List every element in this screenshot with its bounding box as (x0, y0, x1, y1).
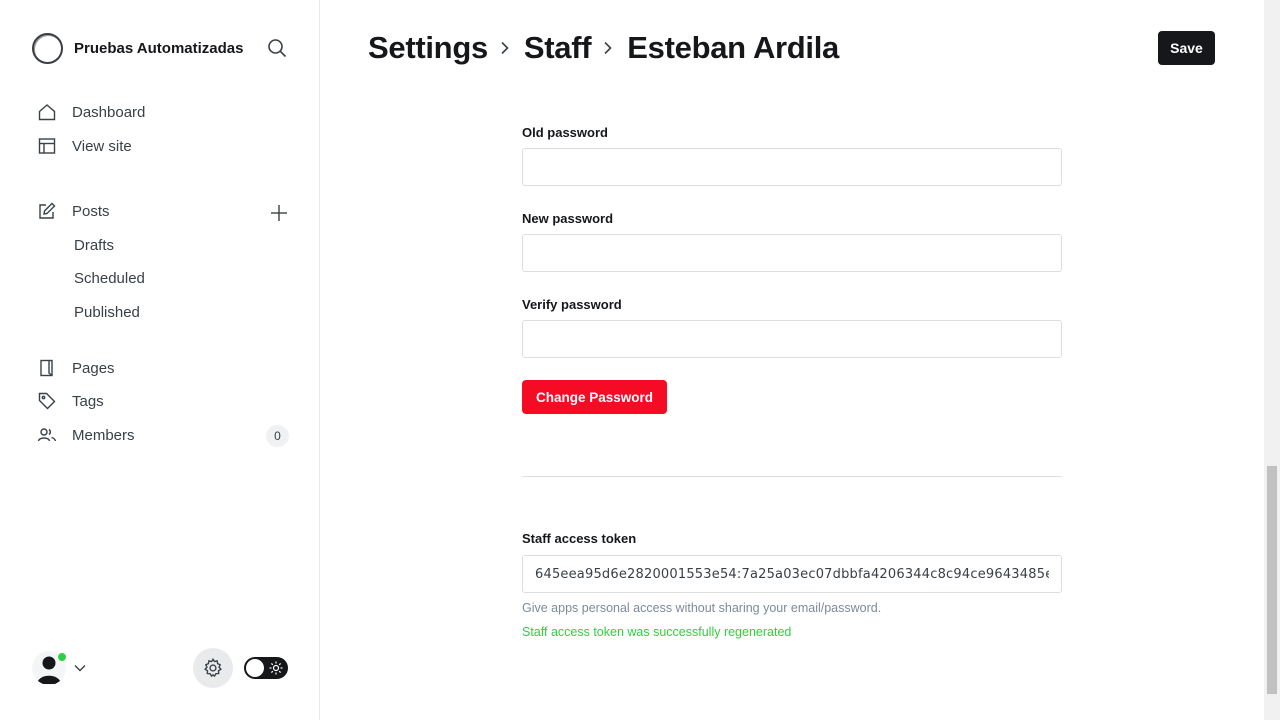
nav-drafts[interactable]: Drafts (74, 232, 114, 258)
chevron-right-icon (603, 41, 613, 55)
new-password-field[interactable] (522, 234, 1062, 272)
sidebar: Pruebas Automatizadas Dashboard View sit… (0, 0, 320, 720)
vertical-scrollbar[interactable] (1264, 0, 1280, 720)
chevron-down-icon (74, 665, 86, 672)
theme-toggle[interactable] (244, 657, 288, 679)
search-button[interactable] (264, 35, 290, 61)
edit-icon (36, 200, 58, 222)
plus-icon (271, 205, 287, 221)
scrollbar-thumb[interactable] (1267, 466, 1277, 694)
site-brand[interactable]: Pruebas Automatizadas (32, 32, 244, 64)
staff-token-hint: Give apps personal access without sharin… (522, 601, 882, 615)
breadcrumb-settings[interactable]: Settings (368, 30, 488, 66)
home-icon (36, 101, 58, 123)
theme-toggle-knob (246, 659, 264, 677)
chevron-right-icon (500, 41, 510, 55)
members-icon (36, 424, 58, 446)
online-status-dot (57, 652, 67, 662)
tag-icon (36, 390, 58, 412)
breadcrumb-staff[interactable]: Staff (524, 30, 592, 66)
staff-token-success-message: Staff access token was successfully rege… (522, 625, 792, 639)
section-divider (522, 476, 1062, 477)
nav-pages-label: Pages (72, 359, 115, 377)
sun-icon (269, 661, 283, 675)
nav-view-site-label: View site (72, 137, 132, 155)
search-icon (268, 39, 287, 58)
nav-scheduled[interactable]: Scheduled (74, 265, 145, 291)
members-count-badge: 0 (266, 425, 289, 447)
site-logo (32, 32, 63, 64)
save-button[interactable]: Save (1158, 31, 1215, 65)
site-name: Pruebas Automatizadas (74, 39, 244, 57)
nav-posts[interactable]: Posts (36, 197, 110, 225)
old-password-field[interactable] (522, 148, 1062, 186)
nav-posts-label: Posts (72, 202, 110, 220)
change-password-button[interactable]: Change Password (522, 380, 668, 414)
nav-dashboard-label: Dashboard (72, 103, 146, 121)
main-content: Settings Staff Esteban Ardila Save Old p… (320, 0, 1264, 720)
layout-icon (36, 135, 58, 157)
nav-tags-label: Tags (72, 392, 104, 410)
nav-pages[interactable]: Pages (36, 354, 115, 382)
nav-published[interactable]: Published (74, 299, 140, 325)
new-post-button[interactable] (266, 200, 292, 226)
verify-password-field[interactable] (522, 320, 1062, 358)
new-password-label: New password (522, 211, 614, 226)
settings-button[interactable] (193, 648, 233, 688)
nav-dashboard[interactable]: Dashboard (36, 98, 145, 126)
verify-password-label: Verify password (522, 297, 622, 312)
breadcrumb: Settings Staff Esteban Ardila (368, 26, 839, 70)
nav-members-label: Members (72, 426, 135, 444)
page-icon (36, 357, 58, 379)
staff-token-label: Staff access token (522, 531, 637, 546)
page-title: Esteban Ardila (627, 30, 839, 65)
old-password-label: Old password (522, 125, 608, 140)
nav-members[interactable]: Members (36, 421, 135, 449)
staff-token-field[interactable] (522, 555, 1062, 593)
nav-tags[interactable]: Tags (36, 387, 104, 415)
gear-icon (204, 658, 222, 678)
nav-view-site[interactable]: View site (36, 132, 132, 160)
